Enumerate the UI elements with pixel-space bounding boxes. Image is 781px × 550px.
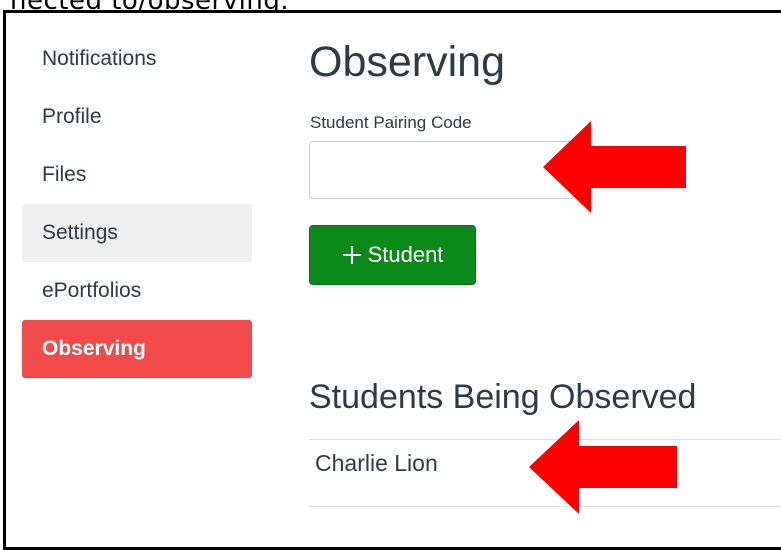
student-list-item[interactable]: Charlie Lion [315,450,438,477]
students-heading: Students Being Observed [309,378,697,416]
sidebar-item-settings[interactable]: Settings [22,204,252,262]
account-sidebar: Notifications Profile Files Settings ePo… [22,30,252,378]
pairing-code-input[interactable] [309,141,574,199]
sidebar-item-label: Observing [42,337,146,360]
sidebar-item-label: Profile [42,105,102,128]
sidebar-item-files[interactable]: Files [22,146,252,204]
sidebar-item-label: Notifications [42,47,157,70]
add-student-button[interactable]: Student [309,225,476,285]
sidebar-item-profile[interactable]: Profile [22,88,252,146]
page-title: Observing [309,38,505,86]
add-student-label: Student [367,242,444,267]
sidebar-item-eportfolios[interactable]: ePortfolios [22,262,252,320]
plus-icon [342,246,361,264]
left-arrow-icon [529,420,677,514]
pairing-code-label: Student Pairing Code [310,113,472,132]
sidebar-item-label: ePortfolios [42,279,142,302]
sidebar-item-observing[interactable]: Observing [22,320,252,378]
left-arrow-icon [543,121,686,213]
sidebar-item-label: Files [42,163,87,186]
sidebar-item-label: Settings [42,221,118,244]
sidebar-item-notifications[interactable]: Notifications [22,30,252,88]
